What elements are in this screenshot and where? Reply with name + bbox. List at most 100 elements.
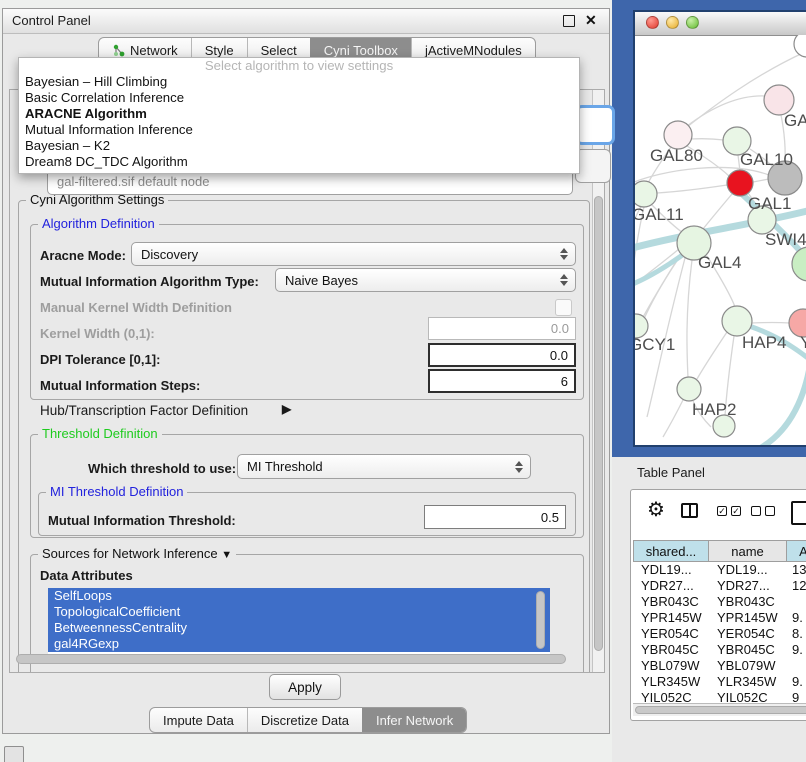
cell-value: 13: [787, 562, 806, 578]
network-node[interactable]: [677, 377, 701, 401]
control-panel-titlebar: Control Panel ✕: [3, 9, 609, 34]
tab-network-label: Network: [130, 43, 178, 58]
unchecked-columns-icon[interactable]: [751, 506, 775, 516]
network-node[interactable]: [722, 306, 752, 336]
settings-vscroll-thumb[interactable]: [594, 196, 603, 651]
cell-value: 9.: [787, 642, 806, 658]
table-row[interactable]: YBR045CYBR045C9.: [633, 642, 806, 658]
control-panel-title: Control Panel: [12, 13, 91, 28]
list-scrollbar-thumb[interactable]: [536, 591, 545, 649]
cell-shared-name: YBR045C: [633, 642, 709, 658]
mi-steps-label: Mutual Information Steps:: [40, 378, 200, 393]
table-row[interactable]: YER054CYER054C8.: [633, 626, 806, 642]
tab-infer-network[interactable]: Infer Network: [362, 708, 466, 732]
empty-check-icon: [751, 506, 761, 516]
network-node-selected[interactable]: [727, 170, 753, 196]
settings-hscroll-thumb[interactable]: [16, 654, 566, 664]
table-body: YDL19...YDL19...13 YDR27...YDR27...12 YB…: [633, 562, 806, 703]
column-header-label: name: [731, 544, 764, 559]
minimize-traffic-light-icon[interactable]: [666, 16, 679, 29]
float-panel-icon[interactable]: [563, 15, 575, 27]
cell-name: YBL079W: [709, 658, 787, 674]
list-item[interactable]: SelfLoops: [48, 588, 550, 604]
column-header-shared-name[interactable]: shared...: [633, 540, 709, 562]
collapsed-arrow-icon[interactable]: ▶: [282, 402, 291, 416]
document-icon[interactable]: [791, 501, 806, 525]
mi-threshold-value: 0.5: [541, 510, 559, 525]
stepper-arrows-icon: [515, 461, 523, 473]
table-row[interactable]: YDR27...YDR27...12: [633, 578, 806, 594]
node-table-combo-value: gal-filtered.sif default node: [57, 174, 209, 189]
manual-kernel-width-checkbox[interactable]: [555, 299, 572, 316]
column-header-clipped[interactable]: A: [787, 540, 806, 562]
zoom-traffic-light-icon[interactable]: [686, 16, 699, 29]
popup-placeholder: Select algorithm to view settings: [19, 58, 579, 74]
popup-item[interactable]: Basic Correlation Inference: [19, 90, 579, 106]
table-row[interactable]: YLR345WYLR345W9.: [633, 674, 806, 690]
threshold-definition-title: Threshold Definition: [38, 426, 162, 441]
popup-item-selected[interactable]: ARACNE Algorithm: [19, 106, 579, 122]
close-panel-icon[interactable]: ✕: [585, 12, 597, 29]
column-header-name[interactable]: name: [709, 540, 787, 562]
split-columns-icon[interactable]: [681, 503, 698, 518]
node-label: GAL11: [635, 205, 684, 224]
tab-discretize-data[interactable]: Discretize Data: [247, 708, 362, 732]
tab-impute-data-label: Impute Data: [163, 713, 234, 728]
cell-value: 9: [787, 690, 806, 703]
network-node[interactable]: [664, 121, 692, 149]
popup-item[interactable]: Bayesian – Hill Climbing: [19, 74, 579, 90]
screen: Control Panel ✕ Network Style Select Cyn…: [0, 0, 806, 762]
dpi-tolerance-field[interactable]: 0.0: [428, 343, 576, 367]
node-label: GAL10: [740, 150, 793, 169]
close-traffic-light-icon[interactable]: [646, 16, 659, 29]
table-panel-title: Table Panel: [637, 465, 705, 480]
cell-name: YER054C: [709, 626, 787, 642]
which-threshold-select[interactable]: MI Threshold: [237, 454, 531, 479]
list-item[interactable]: BetweennessCentrality: [48, 620, 550, 636]
sources-title-wrap[interactable]: Sources for Network Inference ▼: [38, 546, 236, 561]
hub-definition-toggle[interactable]: Hub/Transcription Factor Definition: [40, 403, 248, 418]
tab-discretize-data-label: Discretize Data: [261, 713, 349, 728]
apply-button-label: Apply: [288, 680, 322, 695]
popup-item[interactable]: Dream8 DC_TDC Algorithm: [19, 154, 579, 170]
list-item[interactable]: TopologicalCoefficient: [48, 604, 550, 620]
table-row[interactable]: YBR043CYBR043C: [633, 594, 806, 610]
mi-threshold-field[interactable]: 0.5: [424, 505, 566, 529]
table-row-clipped[interactable]: YIL052CYIL052C9: [633, 690, 806, 703]
tab-impute-data[interactable]: Impute Data: [150, 708, 247, 732]
list-item[interactable]: gal4RGexp: [48, 636, 550, 652]
cell-value: 9.: [787, 610, 806, 626]
checked-columns-icon[interactable]: ✓✓: [717, 506, 741, 516]
collapsed-panel-button[interactable]: [4, 746, 24, 762]
network-canvas[interactable]: GAL GAL80 GAL10 GAL1 GAL11 SWI4 GAL4 GCY…: [635, 35, 806, 447]
mi-steps-field[interactable]: 6: [428, 369, 576, 393]
network-window-titlebar[interactable]: [635, 12, 806, 36]
which-threshold-value: MI Threshold: [247, 459, 323, 474]
hidden-combo-fragment[interactable]: [575, 149, 611, 183]
node-label: GAL80: [650, 146, 703, 165]
aracne-mode-select[interactable]: Discovery: [131, 242, 576, 266]
mi-algorithm-type-select[interactable]: Naive Bayes: [275, 268, 576, 292]
table-row[interactable]: YBL079WYBL079W: [633, 658, 806, 674]
table-hscroll-thumb[interactable]: [635, 706, 806, 714]
cell-name: YBR045C: [709, 642, 787, 658]
kernel-width-field[interactable]: 0.0: [428, 317, 576, 340]
mi-algorithm-type-label: Mutual Information Algorithm Type:: [40, 274, 259, 289]
popup-item[interactable]: Mutual Information Inference: [19, 122, 579, 138]
apply-button[interactable]: Apply: [269, 674, 341, 700]
cell-name: YBR043C: [709, 594, 787, 610]
table-horizontal-scrollbar[interactable]: [633, 703, 806, 716]
dpi-tolerance-label: DPI Tolerance [0,1]:: [40, 352, 160, 367]
cell-name: YLR345W: [709, 674, 787, 690]
check-icon: ✓: [731, 506, 741, 516]
aracne-mode-label: Aracne Mode:: [40, 248, 126, 263]
inference-algorithm-select[interactable]: [575, 105, 615, 145]
gear-icon[interactable]: ⚙: [647, 500, 665, 520]
network-node[interactable]: [635, 181, 657, 207]
table-row[interactable]: YPR145WYPR145W9.: [633, 610, 806, 626]
popup-item[interactable]: Bayesian – K2: [19, 138, 579, 154]
network-node[interactable]: [792, 247, 806, 281]
network-node[interactable]: [794, 35, 806, 57]
node-label: GCY1: [635, 335, 675, 354]
table-row[interactable]: YDL19...YDL19...13: [633, 562, 806, 578]
